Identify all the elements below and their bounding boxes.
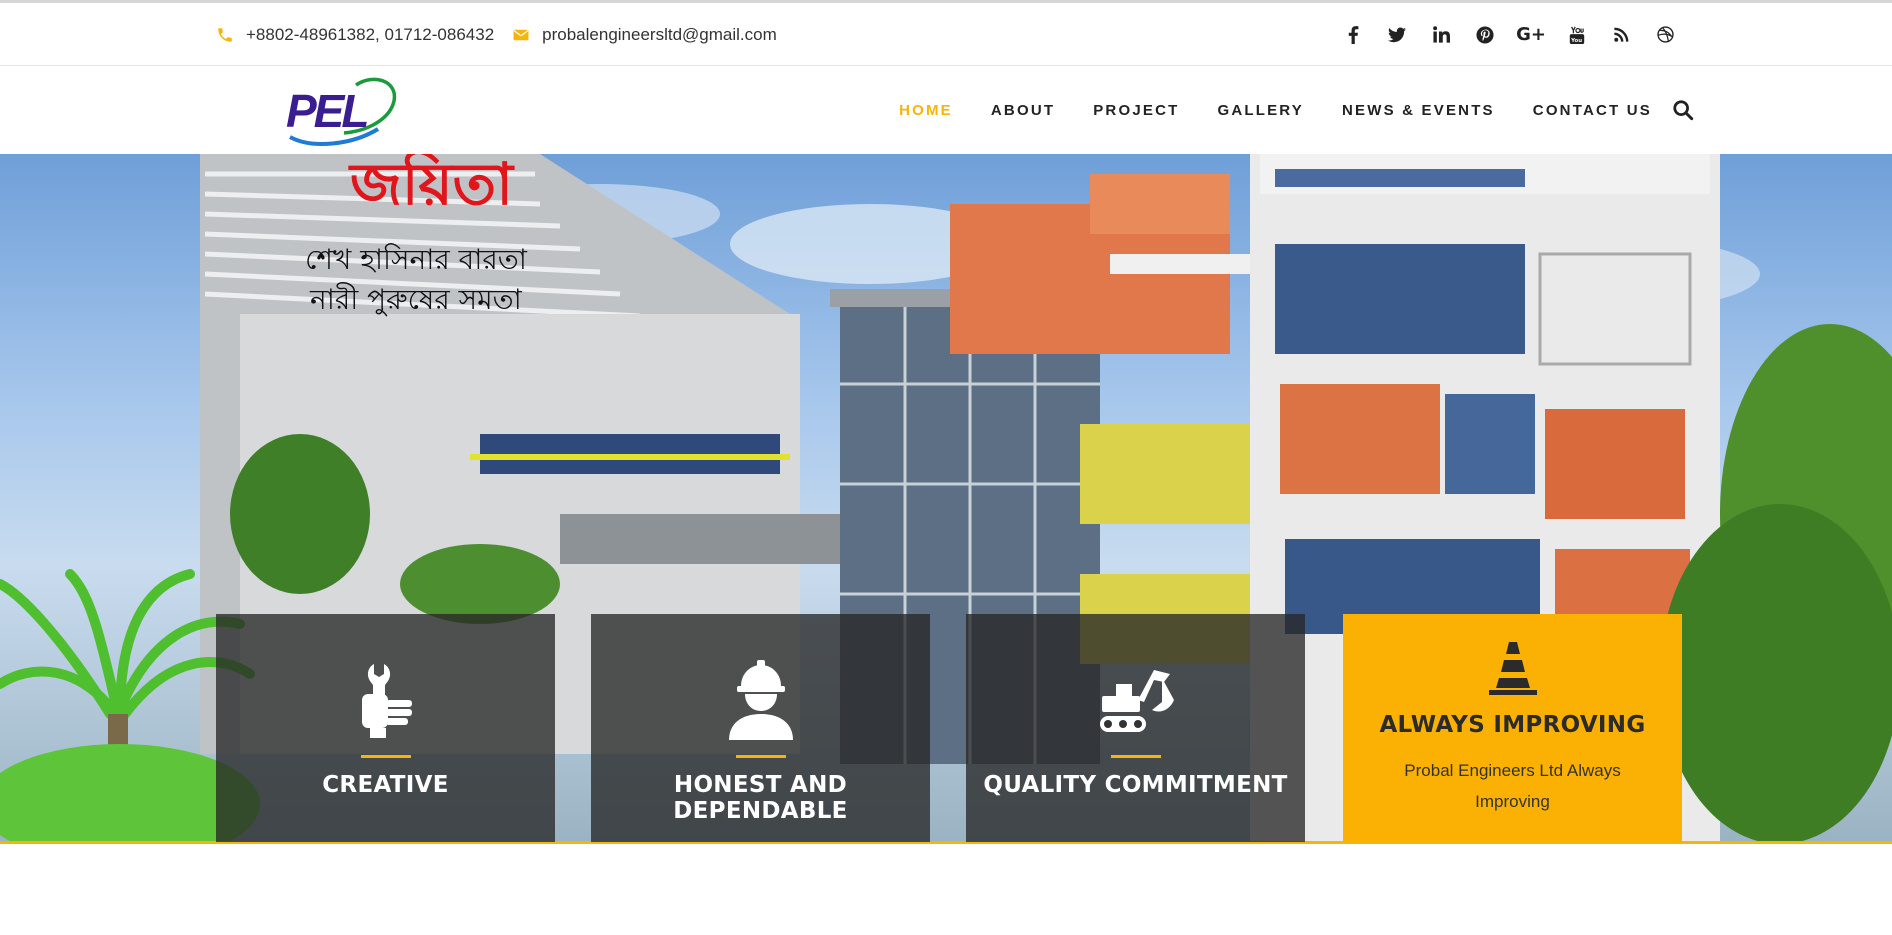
twitter-icon[interactable] xyxy=(1386,24,1408,46)
phone-item: +8802-48961382, 01712-086432 xyxy=(216,25,494,45)
email-item[interactable]: probalengineersltd@gmail.com xyxy=(512,25,777,45)
feature-divider xyxy=(1110,755,1161,758)
feature-title: HONEST AND DEPENDABLE xyxy=(673,772,848,824)
feature-honest-dependable: HONEST AND DEPENDABLE xyxy=(591,614,930,842)
wrench-hand-icon xyxy=(361,664,412,738)
nav-contact-us[interactable]: CONTACT US xyxy=(1533,102,1652,119)
rss-icon[interactable] xyxy=(1610,24,1632,46)
main-navigation: PEL HOME ABOUT PROJECT GALLERY NEWS & EV… xyxy=(0,67,1892,154)
feature-title: QUALITY COMMITMENT xyxy=(983,772,1288,798)
nav-menu: HOME ABOUT PROJECT GALLERY NEWS & EVENTS… xyxy=(899,67,1652,154)
top-info-bar: +8802-48961382, 01712-086432 probalengin… xyxy=(0,3,1892,66)
feature-description: Probal Engineers Ltd Always Improving xyxy=(1404,761,1621,811)
pel-logo[interactable]: PEL xyxy=(282,75,400,147)
feature-divider xyxy=(360,755,411,758)
linkedin-icon[interactable] xyxy=(1430,24,1452,46)
traffic-cone-icon xyxy=(1488,642,1537,695)
youtube-icon[interactable]: You xyxy=(1566,24,1588,46)
feature-creative: CREATIVE xyxy=(216,614,555,842)
contact-info: +8802-48961382, 01712-086432 probalengin… xyxy=(216,3,783,66)
envelope-icon xyxy=(513,29,529,40)
svg-text:নারী পুরুষের সমতা: নারী পুরুষের সমতা xyxy=(309,282,523,316)
pinterest-icon[interactable] xyxy=(1474,24,1496,46)
nav-gallery[interactable]: GALLERY xyxy=(1217,102,1304,119)
nav-about[interactable]: ABOUT xyxy=(991,102,1055,119)
feature-title: CREATIVE xyxy=(322,772,449,798)
feature-always-improving: ALWAYS IMPROVING Probal Engineers Ltd Al… xyxy=(1343,614,1682,842)
nav-news-events[interactable]: NEWS & EVENTS xyxy=(1342,102,1495,119)
phone-icon xyxy=(218,27,232,42)
feature-title: ALWAYS IMPROVING xyxy=(1379,712,1646,738)
search-icon[interactable] xyxy=(1672,99,1694,121)
logo-text: PEL xyxy=(286,85,367,137)
dribbble-icon[interactable] xyxy=(1654,24,1676,46)
feature-boxes: CREATIVE HONEST AND DEPENDABLE QUALITY C… xyxy=(216,614,1682,842)
worker-helmet-icon xyxy=(728,660,793,740)
facebook-icon[interactable] xyxy=(1342,24,1364,46)
svg-text:You: You xyxy=(1570,37,1582,43)
nav-project[interactable]: PROJECT xyxy=(1093,102,1179,119)
feature-divider xyxy=(735,755,786,758)
google-plus-icon[interactable]: G+ xyxy=(1516,24,1546,46)
email-address[interactable]: probalengineersltd@gmail.com xyxy=(542,25,777,45)
excavator-icon xyxy=(1099,670,1174,732)
social-links: G+ You xyxy=(1342,3,1676,66)
phone-number: +8802-48961382, 01712-086432 xyxy=(246,24,495,44)
svg-text:জয়িতা: জয়িতা xyxy=(348,154,515,218)
svg-text:শেখ হাসিনার বারতা: শেখ হাসিনার বারতা xyxy=(305,243,528,276)
feature-quality-commitment: QUALITY COMMITMENT xyxy=(966,614,1305,842)
nav-home[interactable]: HOME xyxy=(899,102,953,119)
